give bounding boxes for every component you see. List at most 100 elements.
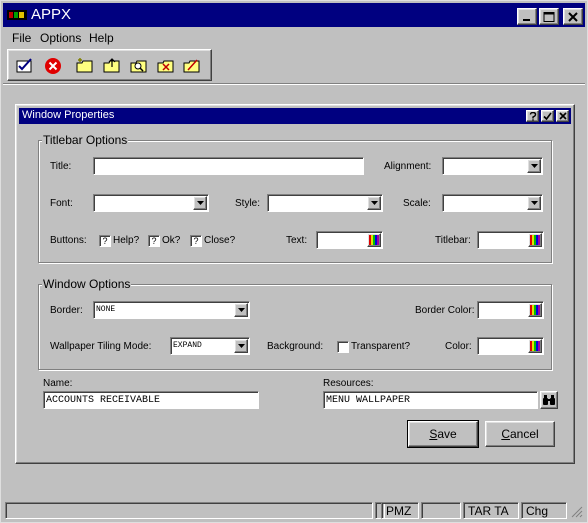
close-icon bbox=[558, 112, 567, 120]
cancel-button-toolbar[interactable] bbox=[42, 55, 64, 77]
ok-check-icon bbox=[16, 58, 32, 73]
maximize-button[interactable] bbox=[539, 8, 559, 25]
chevron-down-icon[interactable] bbox=[367, 196, 381, 210]
resize-grip-icon[interactable] bbox=[571, 506, 583, 521]
delete-folder-button[interactable] bbox=[155, 55, 177, 77]
edit-folder-button[interactable] bbox=[181, 55, 203, 77]
checkmark-icon bbox=[543, 112, 552, 120]
status-cell-empty bbox=[421, 502, 461, 519]
border-select[interactable]: NONE bbox=[93, 301, 250, 319]
app-window: APPX File Options Help Window Properties… bbox=[0, 0, 588, 523]
background-label: Background: bbox=[267, 341, 324, 352]
color-palette-icon[interactable] bbox=[528, 339, 542, 353]
resources-browse-button[interactable] bbox=[540, 391, 558, 409]
find-folder-icon bbox=[130, 60, 147, 73]
alignment-label: Alignment: bbox=[384, 161, 432, 172]
status-cell-message bbox=[5, 502, 373, 519]
window-properties-dialog: Window Properties Titlebar Options Title… bbox=[15, 104, 575, 464]
title-label: Title: bbox=[50, 161, 72, 172]
title-input[interactable] bbox=[93, 157, 364, 175]
background-color-label: Color: bbox=[445, 341, 472, 352]
transparent-checkbox[interactable] bbox=[337, 341, 349, 353]
ok-checkbox-label: Ok? bbox=[162, 235, 181, 246]
status-bar: PMZ TAR TA Chg bbox=[3, 500, 585, 521]
new-folder-icon bbox=[76, 58, 93, 73]
style-select[interactable] bbox=[267, 194, 383, 212]
chevron-down-icon[interactable] bbox=[234, 303, 248, 317]
dialog-titlebar[interactable]: Window Properties bbox=[19, 108, 571, 124]
menu-help[interactable]: Help bbox=[89, 31, 114, 45]
help-checkbox-label: Help? bbox=[113, 235, 140, 246]
border-label: Border: bbox=[50, 305, 83, 316]
name-label: Name: bbox=[43, 378, 73, 389]
color-palette-icon[interactable] bbox=[367, 233, 381, 247]
resources-label: Resources: bbox=[323, 378, 374, 389]
chevron-down-icon[interactable] bbox=[193, 196, 207, 210]
name-input[interactable]: ACCOUNTS RECEIVABLE bbox=[43, 391, 259, 409]
scale-select[interactable] bbox=[442, 194, 543, 212]
dialog-close-button[interactable] bbox=[556, 110, 569, 122]
help-checkbox[interactable]: ? bbox=[99, 235, 111, 247]
delete-folder-icon bbox=[157, 60, 174, 73]
save-button[interactable]: Save bbox=[407, 420, 479, 448]
status-cell-tar: TAR TA bbox=[463, 502, 519, 519]
cancel-x-icon bbox=[45, 58, 61, 74]
dialog-title: Window Properties bbox=[22, 109, 115, 121]
style-label: Style: bbox=[235, 198, 261, 209]
chevron-down-icon[interactable] bbox=[527, 159, 541, 173]
transparent-checkbox-label: Transparent? bbox=[351, 341, 411, 352]
border-color-field[interactable] bbox=[477, 301, 544, 319]
maximize-icon bbox=[543, 11, 555, 22]
tiling-mode-label: Wallpaper Tiling Mode: bbox=[50, 341, 152, 352]
color-palette-icon[interactable] bbox=[528, 303, 542, 317]
resources-input[interactable]: MENU WALLPAPER bbox=[323, 391, 538, 409]
app-title: APPX bbox=[31, 6, 72, 23]
cancel-button[interactable]: Cancel bbox=[485, 421, 555, 447]
text-color-field[interactable] bbox=[316, 231, 383, 249]
find-folder-button[interactable] bbox=[128, 55, 150, 77]
minimize-icon bbox=[523, 18, 530, 21]
open-folder-button[interactable] bbox=[101, 55, 123, 77]
appx-logo-icon bbox=[7, 8, 27, 22]
font-select[interactable] bbox=[93, 194, 209, 212]
edit-folder-icon bbox=[183, 59, 200, 73]
open-folder-icon bbox=[103, 58, 120, 73]
close-checkbox-label: Close? bbox=[204, 235, 236, 246]
status-cell-pmz: PMZ bbox=[381, 502, 419, 519]
chevron-down-icon[interactable] bbox=[234, 339, 248, 353]
chevron-down-icon[interactable] bbox=[527, 196, 541, 210]
ok-checkbox[interactable]: ? bbox=[148, 235, 160, 247]
border-color-label: Border Color: bbox=[415, 305, 475, 316]
close-checkbox[interactable]: ? bbox=[190, 235, 202, 247]
titlebar-options-legend: Titlebar Options bbox=[42, 133, 129, 147]
menu-bar: File Options Help bbox=[3, 28, 585, 48]
titlebar-options-group: Titlebar Options Title: Alignment: Font:… bbox=[38, 133, 552, 263]
color-palette-icon[interactable] bbox=[528, 233, 542, 247]
tiling-mode-select[interactable]: EXPAND bbox=[170, 337, 250, 355]
close-window-button[interactable] bbox=[563, 8, 583, 25]
binoculars-icon bbox=[543, 395, 555, 405]
buttons-label: Buttons: bbox=[50, 235, 87, 246]
titlebar-color-label: Titlebar: bbox=[435, 235, 471, 246]
dialog-help-button[interactable] bbox=[526, 110, 539, 122]
menu-options[interactable]: Options bbox=[40, 31, 81, 45]
text-color-label: Text: bbox=[286, 235, 308, 246]
dialog-ok-button[interactable] bbox=[541, 110, 554, 122]
minimize-button[interactable] bbox=[517, 8, 537, 25]
alignment-select[interactable] bbox=[442, 157, 543, 175]
question-icon bbox=[529, 111, 536, 121]
new-folder-button[interactable] bbox=[74, 55, 96, 77]
titlebar-color-field[interactable] bbox=[477, 231, 544, 249]
window-options-group: Window Options Border: NONE Border Color… bbox=[38, 277, 552, 370]
app-titlebar[interactable]: APPX bbox=[3, 3, 585, 27]
ok-check-button[interactable] bbox=[14, 55, 36, 77]
scale-label: Scale: bbox=[403, 198, 431, 209]
toolbar bbox=[7, 49, 212, 81]
close-icon bbox=[568, 11, 578, 22]
toolbar-separator bbox=[3, 83, 585, 85]
background-color-field[interactable] bbox=[477, 337, 544, 355]
font-label: Font: bbox=[50, 198, 73, 209]
window-options-legend: Window Options bbox=[42, 277, 132, 291]
menu-file[interactable]: File bbox=[12, 31, 31, 45]
status-cell-chg: Chg bbox=[521, 502, 567, 519]
